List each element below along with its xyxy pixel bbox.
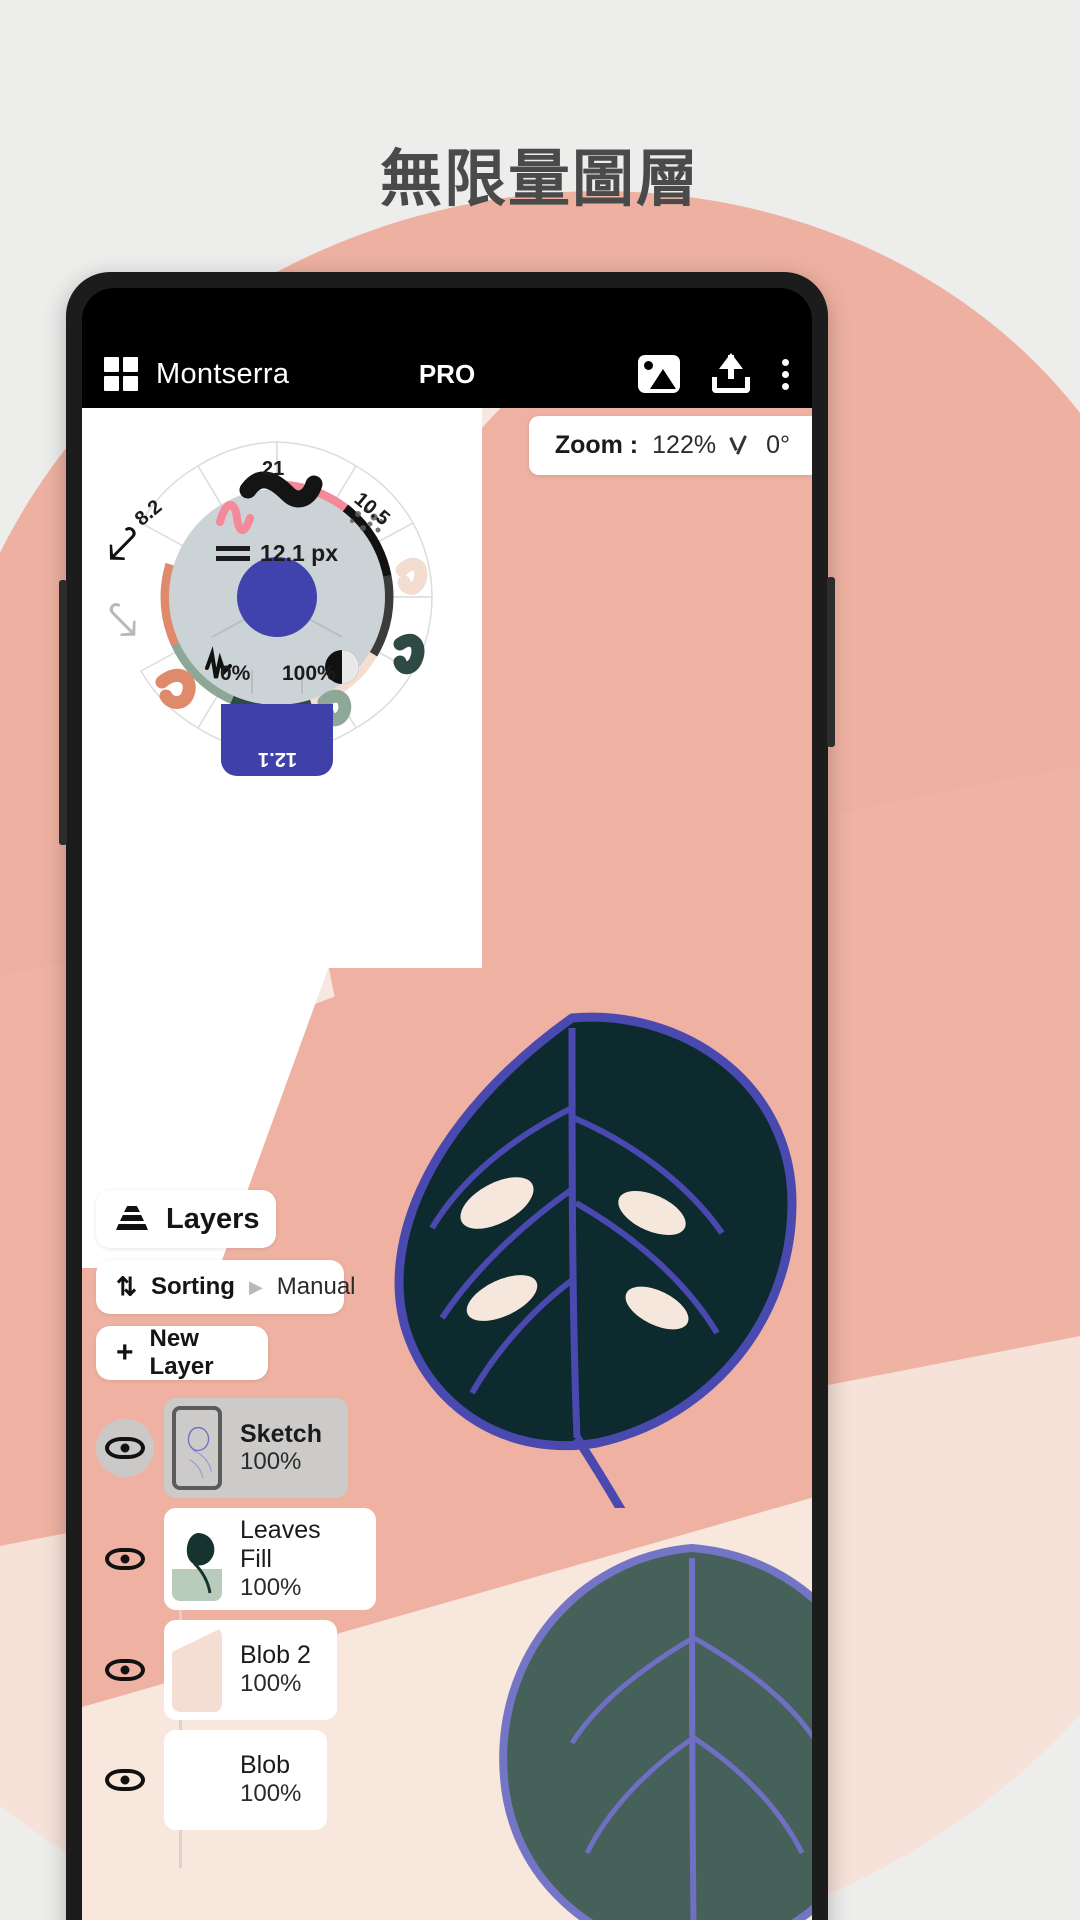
- rotate-icon: [730, 435, 752, 457]
- layer-row[interactable]: Blob 100%: [96, 1729, 376, 1830]
- layer-card[interactable]: Blob 100%: [164, 1729, 328, 1830]
- upload-icon[interactable]: [710, 353, 752, 395]
- undo-arrow-icon[interactable]: ⤦: [108, 518, 137, 570]
- phone-side-button-left: [59, 580, 67, 845]
- layer-row[interactable]: Sketch 100%: [96, 1398, 376, 1498]
- layers-title-button[interactable]: Layers: [96, 1190, 276, 1248]
- layer-card[interactable]: Sketch 100%: [164, 1398, 348, 1498]
- brush-size-value: 12.1 px: [260, 540, 338, 566]
- line-weight-icon: [216, 546, 250, 561]
- layer-info: Blob 2 100%: [240, 1641, 311, 1698]
- new-layer-button[interactable]: + New Layer: [96, 1325, 268, 1380]
- chevron-right-icon: ▶: [248, 1276, 263, 1297]
- layer-card[interactable]: Leaves Fill 100%: [164, 1508, 376, 1610]
- layer-opacity: 100%: [240, 1573, 302, 1601]
- drawing-canvas[interactable]: Zoom : 122% 0° 8.2 21 10.5 12.1 px 0% 10…: [82, 408, 812, 1920]
- grid-menu-icon[interactable]: [104, 357, 138, 391]
- more-vertical-icon[interactable]: [782, 358, 790, 390]
- layer-info: Blob 100%: [240, 1751, 301, 1808]
- layer-thumbnail: [172, 1406, 222, 1490]
- layer-opacity: 100%: [240, 1448, 302, 1476]
- layer-opacity: 100%: [240, 1779, 302, 1807]
- eye-icon[interactable]: [96, 1641, 154, 1699]
- sorting-value: Manual: [276, 1273, 356, 1300]
- opacity-max-label: 100%: [282, 662, 336, 685]
- layer-thumbnail: [172, 1627, 222, 1712]
- new-layer-label: New Layer: [149, 1325, 214, 1380]
- layer-name: Blob: [240, 1751, 291, 1780]
- layer-thumbnail: [172, 1516, 222, 1601]
- monstera-leaf-secondary: [499, 1543, 812, 1920]
- brush-size-readout: 12.1 px: [216, 540, 338, 567]
- toolbar-actions: [638, 353, 790, 395]
- layer-name: Sketch: [240, 1419, 322, 1448]
- sorting-button[interactable]: ⇅ Sorting ▶ Manual: [96, 1260, 356, 1314]
- layers-panel: Layers ⇅ Sorting ▶ Manual + New Layer Sk…: [96, 1190, 376, 1840]
- image-icon[interactable]: [638, 355, 680, 393]
- layer-row[interactable]: Blob 2 100%: [96, 1619, 376, 1720]
- layers-title: Layers: [166, 1202, 260, 1235]
- layers-stack-icon: [116, 1206, 148, 1232]
- eye-icon[interactable]: [96, 1530, 154, 1588]
- layer-thumbnail: [172, 1737, 222, 1822]
- layer-info: Leaves Fill 100%: [240, 1516, 350, 1602]
- layer-card[interactable]: Blob 2 100%: [164, 1619, 337, 1720]
- plus-icon: +: [116, 1336, 134, 1369]
- layer-row[interactable]: Leaves Fill 100%: [96, 1508, 376, 1610]
- brush-size-label-2: 21: [262, 458, 285, 480]
- rotation-value: 0°: [766, 431, 790, 459]
- phone-volume-button: [827, 577, 835, 747]
- page-headline: 無限量圖層: [379, 145, 700, 214]
- opacity-min-label: 0%: [220, 662, 251, 685]
- layer-name: Leaves Fill: [240, 1516, 321, 1573]
- active-brush-value: 12.1: [257, 748, 297, 770]
- layer-opacity: 100%: [240, 1669, 302, 1697]
- zoom-indicator[interactable]: Zoom : 122% 0°: [528, 416, 812, 475]
- sorting-label: Sorting: [150, 1273, 235, 1300]
- sort-arrows-icon: ⇅: [116, 1273, 137, 1301]
- app-title: Montserra: [156, 357, 290, 390]
- brush-radial-menu[interactable]: 8.2 21 10.5 12.1 px 0% 100% 12.1 ⤦ ⤥: [102, 422, 452, 782]
- app-toolbar: Montserra PRO: [82, 340, 812, 408]
- phone-mockup: Montserra PRO Zoom: 122% 0° 8.2 21 10.5…: [59, 272, 835, 1920]
- eye-icon[interactable]: [96, 1419, 154, 1477]
- active-brush-chip[interactable]: 12.1: [221, 704, 333, 776]
- eye-icon[interactable]: [96, 1751, 154, 1809]
- layer-info: Sketch 100%: [240, 1420, 322, 1477]
- redo-arrow-icon[interactable]: ⤥: [108, 594, 137, 646]
- layer-name: Blob 2: [240, 1641, 311, 1670]
- zoom-label: Zoom :: [554, 431, 639, 459]
- phone-screen: Montserra PRO Zoom: 122% 0° 8.2 21 10.5…: [82, 288, 812, 1920]
- monstera-leaf-artwork: [394, 1012, 797, 1508]
- zoom-value: 122%: [652, 431, 717, 459]
